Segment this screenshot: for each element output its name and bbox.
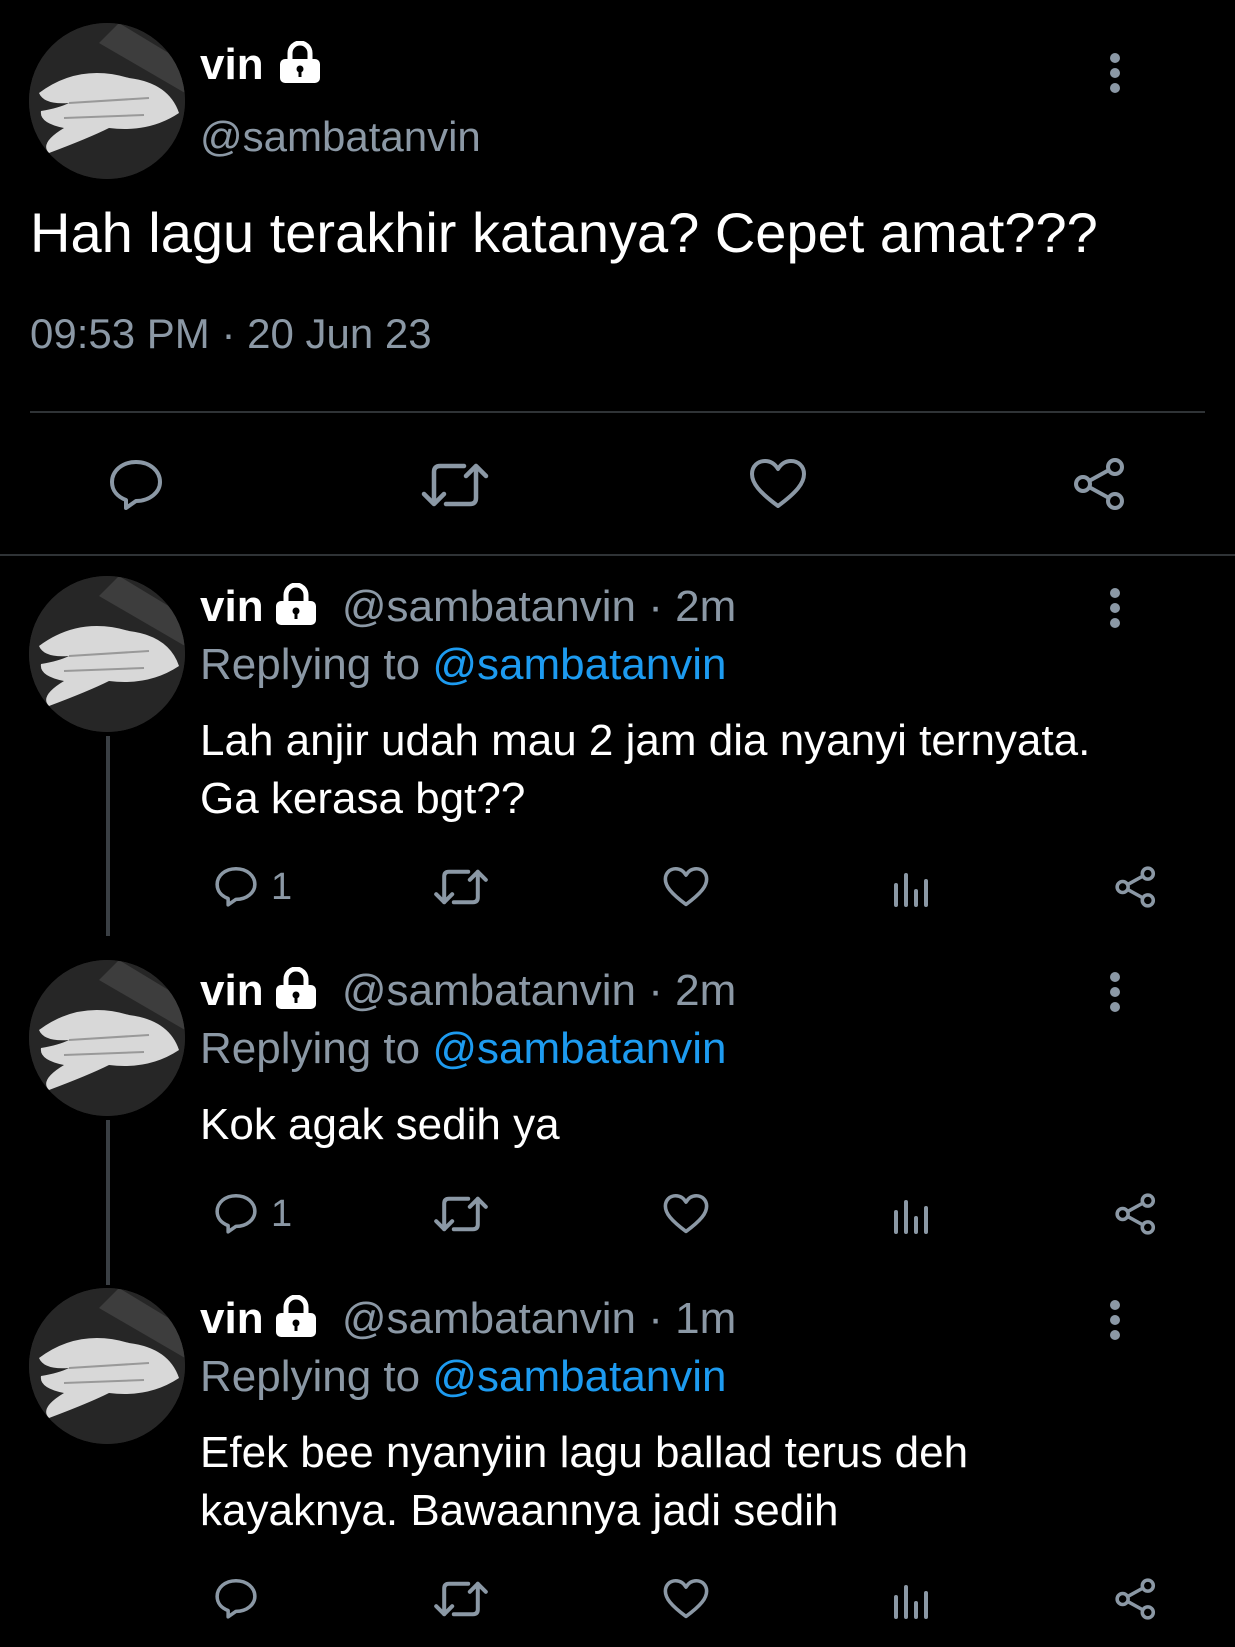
avatar[interactable] [29,23,185,179]
replying-to-label: Replying to [200,1352,421,1401]
divider [30,411,1205,413]
replying-to-link[interactable]: @sambatanvin [432,1352,726,1401]
handle[interactable]: @sambatanvin [342,966,636,1015]
like-icon[interactable] [749,458,807,515]
lock-icon [274,582,318,636]
views-icon[interactable] [891,867,931,912]
views-icon[interactable] [891,1194,931,1239]
replying-to: Replying to @sambatanvin [200,1024,727,1074]
replying-to-label: Replying to [200,1024,421,1073]
like-icon[interactable] [663,1193,709,1240]
display-name[interactable]: vin [200,1294,264,1343]
replying-to-link[interactable]: @sambatanvin [432,640,726,689]
tweet-text: Hah lagu terakhir katanya? Cepet amat??? [30,201,1098,264]
display-name[interactable]: vin [200,40,264,89]
share-icon[interactable] [1113,1577,1159,1626]
handle[interactable]: @sambatanvin [342,1294,636,1343]
reply-count: 1 [271,1193,293,1235]
lock-icon [274,966,318,1020]
relative-time[interactable]: 1m [675,1294,736,1343]
reply-text: Efek bee nyanyiin lagu ballad terus deh … [200,1424,968,1540]
relative-time[interactable]: 2m [675,582,736,631]
reply-text-line: Lah anjir udah mau 2 jam dia nyanyi tern… [200,716,1091,765]
retweet-icon[interactable] [420,460,490,515]
more-icon[interactable] [1105,1300,1125,1345]
retweet-icon[interactable] [433,1579,489,1624]
like-icon[interactable] [663,866,709,913]
retweet-icon[interactable] [433,1194,489,1239]
share-icon[interactable] [1113,1192,1159,1241]
display-name[interactable]: vin [200,966,264,1015]
handle[interactable]: @sambatanvin [200,113,481,161]
time-separator: · [648,966,663,1015]
avatar[interactable] [29,576,185,732]
reply-icon[interactable] [214,1192,258,1239]
avatar[interactable] [29,960,185,1116]
reply-count: 1 [271,866,293,908]
timestamp: 09:53 PM · 20 Jun 23 [30,310,432,357]
time-separator: · [648,1294,663,1343]
reply-header: vin @sambatanvin · 2m [200,582,736,636]
display-name[interactable]: vin [200,582,264,631]
more-icon[interactable] [1105,972,1125,1017]
reply-text-line: Efek bee nyanyiin lagu ballad terus deh [200,1428,969,1477]
reply-header: vin @sambatanvin · 2m [200,966,736,1020]
views-icon[interactable] [891,1579,931,1624]
reply-header: vin @sambatanvin · 1m [200,1294,736,1348]
thread-line [106,1120,110,1285]
replying-to-label: Replying to [200,640,421,689]
lock-icon [274,1294,318,1348]
replying-to: Replying to @sambatanvin [200,1352,727,1402]
avatar[interactable] [29,1288,185,1444]
reply-icon[interactable] [108,458,164,515]
like-icon[interactable] [663,1578,709,1625]
retweet-icon[interactable] [433,867,489,912]
reply-text-line: Ga kerasa bgt?? [200,774,526,823]
thread-line [106,736,110,936]
reply-text-line: Kok agak sedih ya [200,1100,560,1149]
reply-text: Lah anjir udah mau 2 jam dia nyanyi tern… [200,712,1090,828]
reply-icon[interactable] [214,1577,258,1624]
more-icon[interactable] [1105,53,1125,98]
share-icon[interactable] [1071,456,1129,517]
share-icon[interactable] [1113,865,1159,914]
time-separator: · [648,582,663,631]
reply-text-line: kayaknya. Bawaannya jadi sedih [200,1486,839,1535]
lock-icon [278,40,322,88]
reply-text: Kok agak sedih ya [200,1096,560,1154]
divider [0,554,1235,556]
replying-to-link[interactable]: @sambatanvin [432,1024,726,1073]
relative-time[interactable]: 2m [675,966,736,1015]
more-icon[interactable] [1105,588,1125,633]
handle[interactable]: @sambatanvin [342,582,636,631]
replying-to: Replying to @sambatanvin [200,640,727,690]
reply-icon[interactable] [214,865,258,912]
